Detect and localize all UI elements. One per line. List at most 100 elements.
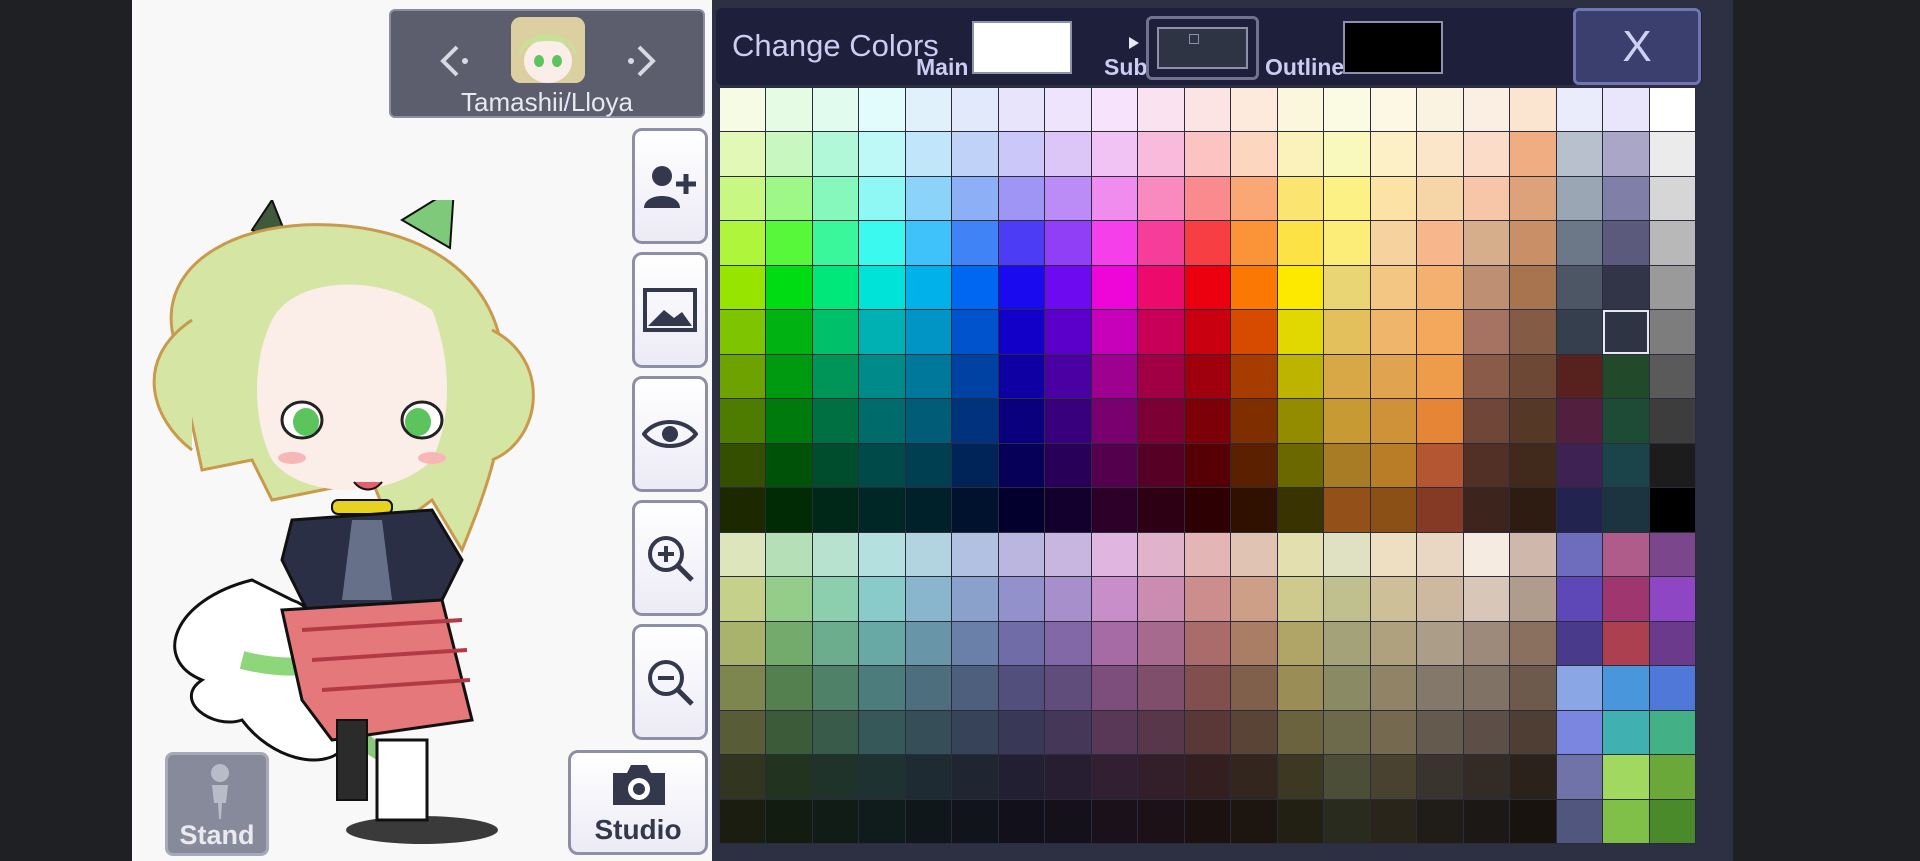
color-swatch[interactable] <box>952 532 998 577</box>
color-swatch[interactable] <box>859 799 905 843</box>
color-swatch[interactable] <box>952 443 998 488</box>
color-swatch[interactable] <box>1091 443 1138 488</box>
color-swatch[interactable] <box>1603 621 1649 666</box>
color-swatch[interactable] <box>1324 88 1370 132</box>
color-swatch[interactable] <box>1556 88 1603 132</box>
color-swatch[interactable] <box>1091 399 1138 443</box>
color-swatch[interactable] <box>1417 265 1463 310</box>
color-swatch[interactable] <box>1184 532 1231 577</box>
color-swatch[interactable] <box>1324 621 1370 666</box>
visibility-button[interactable] <box>632 376 708 492</box>
color-swatch[interactable] <box>1231 799 1277 843</box>
color-swatch[interactable] <box>1138 132 1184 176</box>
color-swatch[interactable] <box>720 221 766 265</box>
color-swatch[interactable] <box>1324 799 1370 843</box>
color-swatch[interactable] <box>859 132 905 176</box>
color-swatch[interactable] <box>1277 132 1324 176</box>
color-swatch[interactable] <box>1649 443 1695 488</box>
color-swatch[interactable] <box>1138 621 1184 666</box>
color-swatch[interactable] <box>1603 443 1649 488</box>
color-swatch[interactable] <box>1231 532 1277 577</box>
color-swatch[interactable] <box>1370 176 1417 221</box>
color-swatch[interactable] <box>1603 265 1649 310</box>
color-swatch[interactable] <box>766 710 812 755</box>
color-swatch[interactable] <box>1510 488 1556 532</box>
color-swatch[interactable] <box>1091 488 1138 532</box>
color-swatch[interactable] <box>766 88 812 132</box>
zoom-in-button[interactable] <box>632 500 708 616</box>
color-swatch[interactable] <box>1091 354 1138 399</box>
color-swatch[interactable] <box>1556 132 1603 176</box>
color-swatch[interactable] <box>859 577 905 621</box>
color-swatch[interactable] <box>905 577 952 621</box>
color-swatch[interactable] <box>766 577 812 621</box>
color-swatch[interactable] <box>1463 621 1510 666</box>
color-swatch[interactable] <box>766 176 812 221</box>
color-swatch[interactable] <box>766 354 812 399</box>
color-swatch[interactable] <box>1138 88 1184 132</box>
color-swatch[interactable] <box>1510 710 1556 755</box>
color-swatch[interactable] <box>1556 577 1603 621</box>
color-swatch[interactable] <box>1510 621 1556 666</box>
color-swatch[interactable] <box>1184 176 1231 221</box>
color-swatch[interactable] <box>1649 221 1695 265</box>
close-button[interactable]: X <box>1573 8 1701 85</box>
color-swatch[interactable] <box>1324 755 1370 799</box>
color-swatch[interactable] <box>952 621 998 666</box>
color-swatch[interactable] <box>812 176 859 221</box>
color-swatch[interactable] <box>1370 88 1417 132</box>
color-swatch[interactable] <box>905 88 952 132</box>
color-swatch[interactable] <box>1045 621 1091 666</box>
color-swatch[interactable] <box>720 710 766 755</box>
sub-color-swatch[interactable] <box>1146 16 1259 80</box>
color-swatch[interactable] <box>1324 132 1370 176</box>
color-swatch[interactable] <box>1277 310 1324 354</box>
color-swatch[interactable] <box>952 399 998 443</box>
color-swatch[interactable] <box>1091 621 1138 666</box>
color-swatch[interactable] <box>859 488 905 532</box>
color-swatch[interactable] <box>1463 710 1510 755</box>
color-swatch[interactable] <box>998 621 1045 666</box>
color-swatch[interactable] <box>1324 399 1370 443</box>
color-swatch[interactable] <box>1231 310 1277 354</box>
color-swatch[interactable] <box>720 621 766 666</box>
color-swatch[interactable] <box>1045 399 1091 443</box>
color-swatch[interactable] <box>1463 265 1510 310</box>
color-swatch[interactable] <box>1277 265 1324 310</box>
color-swatch[interactable] <box>1231 710 1277 755</box>
color-swatch[interactable] <box>1510 354 1556 399</box>
color-swatch[interactable] <box>1603 710 1649 755</box>
color-swatch[interactable] <box>1463 577 1510 621</box>
color-swatch[interactable] <box>1045 265 1091 310</box>
color-swatch[interactable] <box>1231 265 1277 310</box>
color-swatch[interactable] <box>766 488 812 532</box>
color-swatch[interactable] <box>1370 443 1417 488</box>
color-swatch[interactable] <box>1091 799 1138 843</box>
color-swatch[interactable] <box>1556 354 1603 399</box>
color-swatch[interactable] <box>1556 265 1603 310</box>
color-swatch[interactable] <box>1649 399 1695 443</box>
color-swatch[interactable] <box>1603 310 1649 354</box>
color-swatch[interactable] <box>1138 799 1184 843</box>
color-swatch[interactable] <box>905 354 952 399</box>
color-swatch[interactable] <box>1510 176 1556 221</box>
color-swatch[interactable] <box>812 799 859 843</box>
color-swatch[interactable] <box>1277 488 1324 532</box>
color-swatch[interactable] <box>1324 176 1370 221</box>
color-swatch[interactable] <box>1138 265 1184 310</box>
color-swatch[interactable] <box>1417 88 1463 132</box>
color-swatch[interactable] <box>905 221 952 265</box>
color-swatch[interactable] <box>1231 221 1277 265</box>
color-swatch[interactable] <box>1324 310 1370 354</box>
color-swatch[interactable] <box>998 488 1045 532</box>
color-swatch[interactable] <box>1649 710 1695 755</box>
color-swatch[interactable] <box>998 176 1045 221</box>
color-swatch[interactable] <box>1510 532 1556 577</box>
color-swatch[interactable] <box>1324 666 1370 710</box>
color-swatch[interactable] <box>766 221 812 265</box>
color-swatch[interactable] <box>952 577 998 621</box>
color-swatch[interactable] <box>1417 577 1463 621</box>
color-swatch[interactable] <box>1091 132 1138 176</box>
color-swatch[interactable] <box>1045 88 1091 132</box>
color-swatch[interactable] <box>1556 443 1603 488</box>
